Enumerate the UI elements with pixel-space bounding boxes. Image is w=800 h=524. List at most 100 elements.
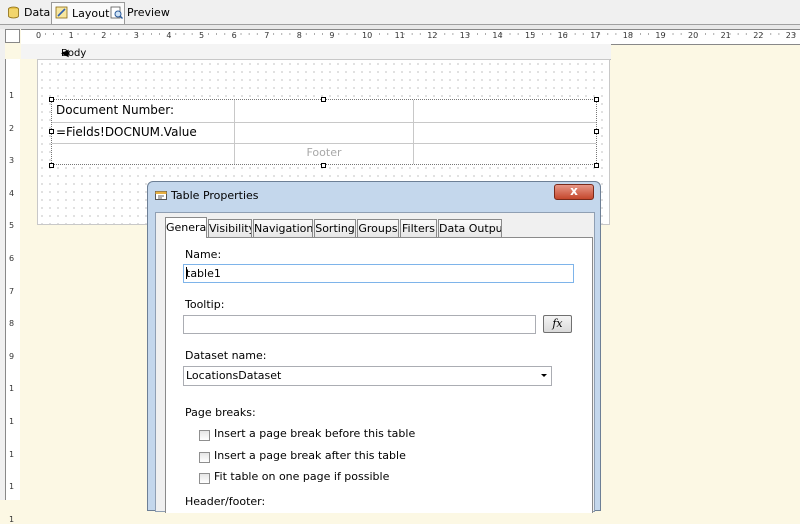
ruler-number: 1 [68, 31, 74, 40]
ruler-tick: · [207, 30, 210, 39]
resize-handle[interactable] [49, 97, 54, 102]
ruler-tick: · [304, 30, 308, 39]
resize-handle[interactable] [594, 163, 599, 168]
fit-one-page-label[interactable]: Fit table on one page if possible [214, 470, 389, 483]
data-icon [8, 6, 19, 19]
dialog-title-bar[interactable]: Table Properties x [148, 182, 600, 208]
ruler-tick: · [337, 30, 341, 39]
table-detail-cell-empty[interactable] [235, 122, 414, 143]
ruler-number: 3 [133, 31, 139, 40]
ruler-tick: · [777, 30, 781, 39]
dataset-label: Dataset name: [185, 349, 267, 362]
page-break-before-checkbox[interactable] [199, 430, 210, 441]
page-breaks-label: Page breaks: [185, 406, 256, 419]
ruler-number: 9 [329, 31, 335, 40]
tab-visibility[interactable]: Visibility [208, 219, 252, 237]
tab-navigation[interactable]: Navigation [253, 219, 313, 237]
tab-preview-label: Preview [127, 6, 170, 19]
ruler-tick: · [565, 30, 569, 39]
ruler-tick: · [541, 30, 544, 39]
dataset-select[interactable]: LocationsDataset [183, 366, 552, 386]
expression-button[interactable]: fx [543, 315, 572, 333]
table-detail-row[interactable]: =Fields!DOCNUM.Value [52, 122, 596, 144]
name-input[interactable]: table1 [183, 264, 574, 283]
ruler-number: 8 [9, 319, 15, 329]
ruler-tick: · [704, 30, 707, 39]
table-header-row[interactable]: Document Number: [52, 100, 596, 123]
ruler-tick: · [150, 30, 153, 39]
ruler-number: 4 [166, 31, 172, 40]
layout-icon [55, 6, 68, 19]
fx-icon: fx [552, 317, 563, 330]
table-properties-dialog: Table Properties x General Visibility Na… [147, 181, 601, 513]
ruler-tick: · [76, 30, 80, 39]
tab-groups[interactable]: Groups [357, 219, 399, 237]
ruler-tick: · [769, 30, 773, 39]
ruler-tick: · [410, 30, 414, 39]
resize-handle[interactable] [49, 163, 54, 168]
ruler-number: 1 [9, 417, 15, 426]
horizontal-ruler: 0 · · · 1 · · · 2 · · · 3 · · · 4 · · · 5 · · · 6 · · · 7 · · · 8 · · · 9 · · ·… [21, 29, 800, 45]
tooltip-label: Tooltip: [185, 298, 225, 311]
ruler-tick: · [190, 30, 194, 39]
tab-sorting[interactable]: Sorting [314, 219, 356, 237]
ruler-tick: · [549, 30, 552, 39]
ruler-tick: · [109, 30, 112, 39]
body-section-header[interactable]: ◀ Body [21, 44, 611, 60]
close-button[interactable]: x [554, 184, 594, 200]
ruler-tick: · [52, 30, 55, 39]
resize-handle[interactable] [594, 97, 599, 102]
ruler-tick: · [435, 30, 438, 39]
ruler-tick: · [728, 30, 732, 39]
ruler-tick: · [671, 30, 675, 39]
ruler-number: 1 [9, 91, 15, 100]
ruler-tick: · [476, 30, 479, 39]
ruler-tick: · [736, 30, 740, 39]
ruler-tick: · [679, 30, 683, 39]
ruler-tick: · [223, 30, 226, 39]
tab-preview[interactable]: Preview [107, 3, 185, 22]
preview-icon [110, 6, 123, 19]
report-table[interactable]: Document Number: =Fields!DOCNUM.Value Fo… [51, 99, 597, 165]
ruler-tick: · [182, 30, 186, 39]
resize-handle[interactable] [321, 97, 326, 102]
tab-filters[interactable]: Filters [400, 219, 437, 237]
ruler-number: 7 [9, 286, 15, 296]
ruler-tick: · [313, 30, 316, 39]
body-section-label: Body [61, 48, 87, 59]
resize-handle[interactable] [321, 163, 326, 168]
dataset-select-value: LocationsDataset [186, 369, 282, 382]
ruler-tick: · [247, 30, 251, 39]
page-break-after-checkbox[interactable] [199, 452, 210, 463]
ruler-number: 4 [9, 188, 15, 198]
table-header-cell[interactable]: Document Number: [52, 100, 235, 122]
fit-one-page-checkbox[interactable] [199, 473, 210, 484]
resize-handle[interactable] [49, 129, 54, 134]
ruler-tick: · [44, 30, 47, 39]
page-break-before-label[interactable]: Insert a page break before this table [214, 427, 415, 440]
table-footer-row[interactable]: Footer [52, 143, 596, 164]
page-break-after-label[interactable]: Insert a page break after this table [214, 449, 406, 462]
ruler-tick: · [84, 30, 88, 39]
table-header-cell-empty[interactable] [235, 100, 414, 122]
ruler-tick: · [239, 30, 243, 39]
table-footer-label: Footer [306, 146, 342, 159]
ruler-tick: · [158, 30, 161, 39]
ruler-number: 5 [199, 31, 205, 40]
ruler-number: 1 [9, 514, 15, 524]
table-header-cell-empty[interactable] [414, 100, 596, 122]
name-label: Name: [185, 248, 222, 261]
ruler-tick: · [215, 30, 218, 39]
ruler-tick: · [402, 30, 406, 39]
ruler-tick: · [321, 30, 324, 39]
table-detail-cell[interactable]: =Fields!DOCNUM.Value [52, 122, 235, 143]
ruler-number: 8 [296, 31, 302, 40]
resize-handle[interactable] [594, 129, 599, 134]
tooltip-input[interactable] [183, 315, 536, 334]
table-detail-cell-empty[interactable] [414, 122, 596, 143]
ruler-tick: · [533, 30, 536, 39]
ruler-number: 7 [264, 31, 270, 40]
tab-general[interactable]: General [165, 217, 207, 238]
view-tab-strip: Data Layout Preview [0, 0, 800, 25]
tab-data-output[interactable]: Data Output [438, 219, 502, 237]
